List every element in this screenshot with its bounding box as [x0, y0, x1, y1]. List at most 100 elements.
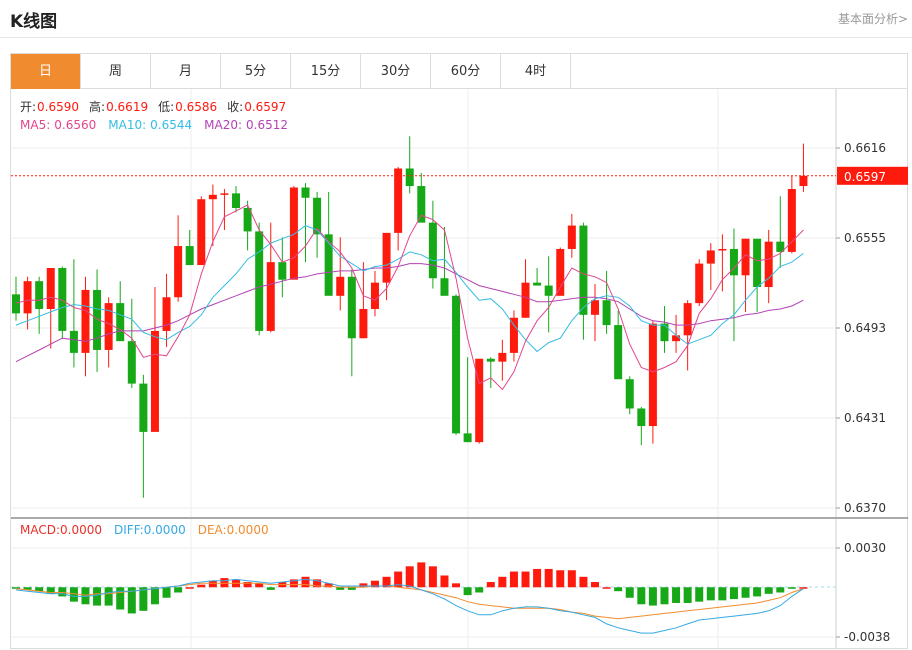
- candle-body: [718, 248, 727, 251]
- ohlc-label: 低:: [158, 100, 174, 114]
- macd-bar: [648, 587, 657, 606]
- macd-bar: [162, 587, 171, 598]
- ohlc-label: 开:: [20, 100, 36, 114]
- macd-bar: [58, 587, 67, 597]
- macd-readout-value: 0.0000: [60, 523, 102, 537]
- candle-body: [486, 358, 495, 362]
- candle-body: [614, 325, 623, 380]
- candle-body: [347, 276, 356, 339]
- candle-body: [706, 250, 715, 264]
- macd-bar: [787, 587, 796, 589]
- ma-label: MA5:: [20, 118, 50, 132]
- macd-bar: [602, 587, 611, 589]
- candle-body: [428, 222, 437, 279]
- candle-body: [336, 276, 345, 296]
- candle-body: [625, 379, 634, 409]
- macd-readout-value: 0.0000: [144, 523, 186, 537]
- candle-body: [174, 246, 183, 298]
- candle-body: [301, 187, 310, 198]
- candle-body: [81, 289, 90, 353]
- candle-body: [591, 300, 599, 315]
- candle-body: [799, 175, 808, 187]
- macd-bar: [220, 578, 229, 588]
- candle-body: [69, 330, 78, 353]
- macd-bar: [440, 575, 449, 588]
- macd-bar: [660, 587, 669, 605]
- macd-bar: [417, 562, 426, 588]
- y-tick-label: 0.6370: [844, 501, 886, 515]
- candle-body: [220, 193, 229, 195]
- macd-bar: [405, 566, 414, 588]
- candle-body: [382, 232, 391, 283]
- macd-readout-label: DIFF:: [114, 523, 144, 537]
- candle-body: [116, 303, 125, 342]
- macd-tick-label: 0.0030: [844, 541, 886, 555]
- y-tick-label: 0.6431: [844, 411, 886, 425]
- candle-body: [12, 294, 20, 314]
- candle-body: [544, 285, 553, 296]
- candle-body: [394, 168, 403, 233]
- candle-body: [127, 341, 136, 384]
- macd-bar: [116, 587, 125, 610]
- candle-body: [370, 282, 379, 309]
- macd-bar: [556, 570, 565, 588]
- macd-bar: [637, 587, 646, 605]
- macd-bar: [764, 587, 773, 594]
- macd-bar: [475, 587, 484, 593]
- candle-body: [753, 238, 762, 288]
- ohlc-label: 高:: [89, 99, 105, 114]
- candle-body: [452, 295, 461, 434]
- macd-bar: [509, 571, 518, 588]
- y-tick-label: 0.6493: [844, 321, 886, 335]
- macd-bar: [706, 587, 715, 601]
- y-tick-label: 0.6555: [844, 231, 886, 245]
- candle-body: [208, 194, 217, 200]
- macd-tick-label: -0.0038: [844, 630, 890, 644]
- macd-bar: [718, 587, 727, 601]
- candle-body: [197, 199, 206, 266]
- macd-bar: [139, 587, 148, 611]
- macd-bar: [614, 587, 623, 592]
- macd-bar: [150, 587, 159, 605]
- macd-bar: [741, 587, 750, 598]
- macd-bar: [753, 587, 762, 597]
- macd-bar: [521, 571, 530, 588]
- macd-bar: [104, 587, 113, 606]
- candle-body: [23, 281, 32, 314]
- candle-body: [185, 246, 194, 266]
- ma-label: MA10:: [108, 118, 146, 132]
- candle-body: [289, 187, 298, 280]
- candle-body: [46, 268, 55, 309]
- candle-body: [150, 330, 159, 432]
- ohlc-label: 收:: [227, 100, 243, 114]
- macd-bar: [625, 587, 634, 598]
- macd-readout-label: DEA:: [198, 523, 227, 537]
- ohlc-value: 0.6619: [106, 100, 148, 114]
- macd-bar: [498, 576, 507, 588]
- last-price-label: 0.6597: [844, 170, 886, 184]
- candle-body: [463, 433, 472, 443]
- macd-bar: [672, 587, 681, 603]
- ma-label: MA20:: [204, 118, 242, 132]
- ohlc-value: 0.6586: [175, 100, 217, 114]
- macd-bar: [452, 583, 461, 588]
- candle-body: [440, 278, 449, 296]
- candle-body: [405, 168, 414, 187]
- candle-body: [672, 335, 681, 342]
- macd-bar: [695, 587, 704, 602]
- candle-body: [278, 262, 287, 280]
- candle-body: [556, 248, 565, 296]
- candle-body: [139, 383, 148, 432]
- macd-bar: [533, 568, 542, 588]
- macd-bar: [463, 587, 472, 596]
- macd-bar: [185, 587, 194, 589]
- candlestick-chart[interactable]: 0.6616 0.6555 0.6493 0.6431 0.6370 0.0030 -0.0…: [0, 0, 912, 650]
- macd-bar: [197, 584, 206, 588]
- candle-body: [521, 282, 530, 318]
- macd-bar: [729, 587, 738, 600]
- candle-body: [683, 303, 692, 336]
- macd-bar: [544, 568, 553, 588]
- candle-body: [648, 323, 657, 427]
- candle-body: [602, 300, 611, 326]
- macd-bar: [799, 587, 808, 589]
